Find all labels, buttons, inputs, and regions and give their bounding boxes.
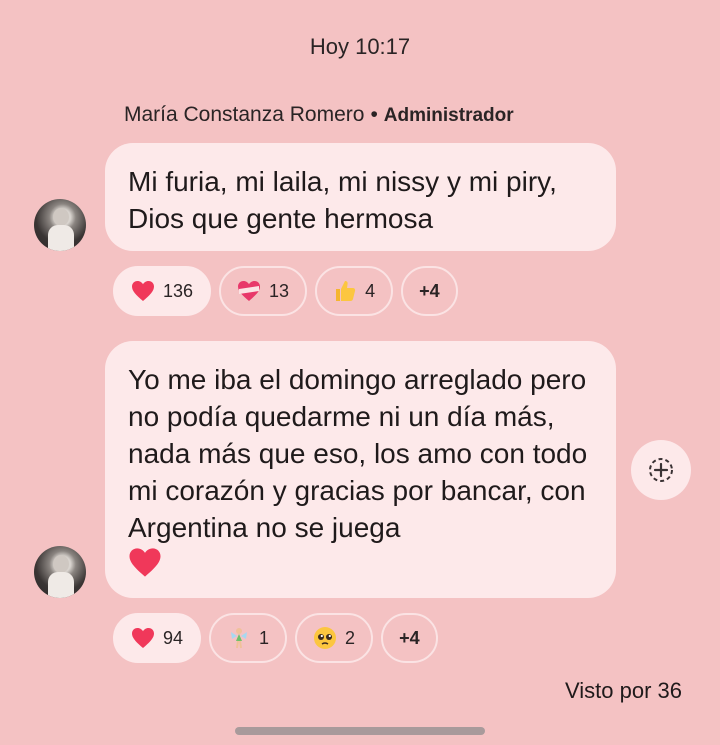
avatar[interactable] (34, 546, 86, 598)
reaction-thumbs-up[interactable]: 4 (315, 266, 394, 316)
timestamp: Hoy 10:17 (309, 34, 411, 59)
more-count: +4 (399, 627, 420, 648)
reaction-bar: 136 13 4 +4 (113, 266, 458, 318)
pleading-face-icon (314, 627, 337, 649)
sender-role: Administrador (383, 105, 514, 126)
message-bubble[interactable]: Mi furia, mi laila, mi nissy y mi piry, … (105, 143, 616, 251)
reaction-count: 13 (269, 280, 290, 301)
red-heart-icon (128, 547, 162, 587)
add-reaction-icon (649, 458, 673, 482)
message-text: Mi furia, mi laila, mi nissy y mi piry, … (128, 166, 557, 234)
seen-by-label[interactable]: Visto por 36 (565, 678, 682, 704)
reaction-count: 1 (259, 627, 270, 648)
reaction-count: 94 (163, 627, 184, 648)
more-count: +4 (419, 280, 440, 301)
reaction-heart[interactable]: 94 (113, 613, 202, 663)
reaction-heart[interactable]: 136 (113, 266, 212, 316)
reaction-fairy[interactable]: 1 (209, 613, 288, 663)
reaction-count: 4 (365, 280, 376, 301)
sender-line: María Constanza Romero • Administrador (124, 103, 514, 127)
message-text: Yo me iba el domingo arreglado pero no p… (128, 364, 588, 543)
separator-dot: • (370, 103, 378, 126)
reaction-heart-ribbon[interactable]: 13 (219, 266, 308, 316)
reaction-bar: 94 1 2 +4 (113, 613, 438, 665)
reaction-count: 136 (163, 280, 194, 301)
thumbs-up-icon (336, 281, 356, 301)
message-bubble[interactable]: Yo me iba el domingo arreglado pero no p… (105, 341, 616, 598)
heart-with-ribbon-icon (238, 281, 261, 301)
reaction-count: 2 (345, 627, 356, 648)
reaction-more-button[interactable]: +4 (401, 266, 458, 316)
home-indicator[interactable] (235, 727, 485, 735)
reaction-more-button[interactable]: +4 (381, 613, 438, 663)
avatar[interactable] (34, 199, 86, 251)
reaction-pleading-face[interactable]: 2 (295, 613, 374, 663)
add-reaction-button[interactable] (631, 440, 691, 500)
red-heart-icon (132, 281, 154, 301)
sender-name: María Constanza Romero (124, 103, 365, 126)
fairy-icon (231, 628, 248, 649)
red-heart-icon (132, 628, 154, 648)
